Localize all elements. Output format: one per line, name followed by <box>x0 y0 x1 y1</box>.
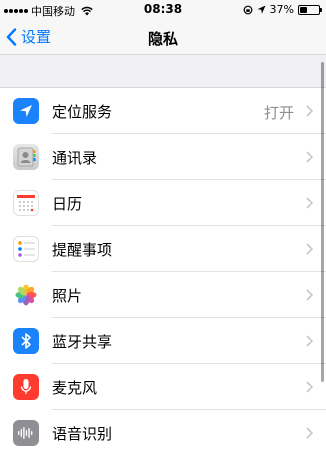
photos-icon <box>13 282 39 308</box>
row-value: 打开 <box>263 104 294 122</box>
location-arrow-icon <box>257 5 266 14</box>
chevron-right-icon <box>306 105 313 117</box>
row-reminders[interactable]: 提醒事项 <box>0 226 326 272</box>
row-microphone[interactable]: 麦克风 <box>0 364 326 410</box>
row-location-services[interactable]: 定位服务 打开 <box>0 88 326 134</box>
row-label: 通讯录 <box>52 149 98 167</box>
calendar-icon <box>13 190 39 216</box>
chevron-right-icon <box>306 243 313 255</box>
navigation-bar: 设置 隐私 <box>0 20 326 55</box>
row-label: 蓝牙共享 <box>52 333 113 351</box>
status-right: 37% <box>243 3 322 16</box>
row-label: 照片 <box>52 287 83 305</box>
location-arrow-icon <box>13 98 39 124</box>
scrollbar[interactable] <box>321 62 324 382</box>
battery-level <box>300 6 307 13</box>
rotation-lock-icon <box>243 5 252 14</box>
battery-icon <box>298 4 322 15</box>
row-label: 日历 <box>52 195 83 213</box>
row-bluetooth-sharing[interactable]: 蓝牙共享 <box>0 318 326 364</box>
contacts-icon <box>13 144 39 170</box>
bluetooth-icon <box>13 328 39 354</box>
row-label: 麦克风 <box>52 379 98 397</box>
row-speech-recognition[interactable]: 语音识别 <box>0 410 326 456</box>
row-contacts[interactable]: 通讯录 <box>0 134 326 180</box>
chevron-right-icon <box>306 335 313 347</box>
row-label: 语音识别 <box>52 425 113 443</box>
chevron-right-icon <box>306 427 313 439</box>
row-calendar[interactable]: 日历 <box>0 180 326 226</box>
row-label: 定位服务 <box>52 103 113 121</box>
page-title: 隐私 <box>147 30 178 48</box>
reminders-icon <box>13 236 39 262</box>
chevron-right-icon <box>306 289 313 301</box>
battery-percent: 37% <box>269 3 294 16</box>
microphone-icon <box>13 374 39 400</box>
row-label: 提醒事项 <box>52 241 113 259</box>
row-photos[interactable]: 照片 <box>0 272 326 318</box>
status-bar: 中国移动 08:38 37% <box>0 0 326 20</box>
speech-recognition-icon <box>13 420 39 446</box>
privacy-settings-list: 定位服务 打开 通讯录 日历 提醒事项 照片 蓝牙共享 麦克风 语音识别 <box>0 87 326 456</box>
chevron-right-icon <box>306 197 313 209</box>
chevron-right-icon <box>306 381 313 393</box>
chevron-right-icon <box>306 151 313 163</box>
